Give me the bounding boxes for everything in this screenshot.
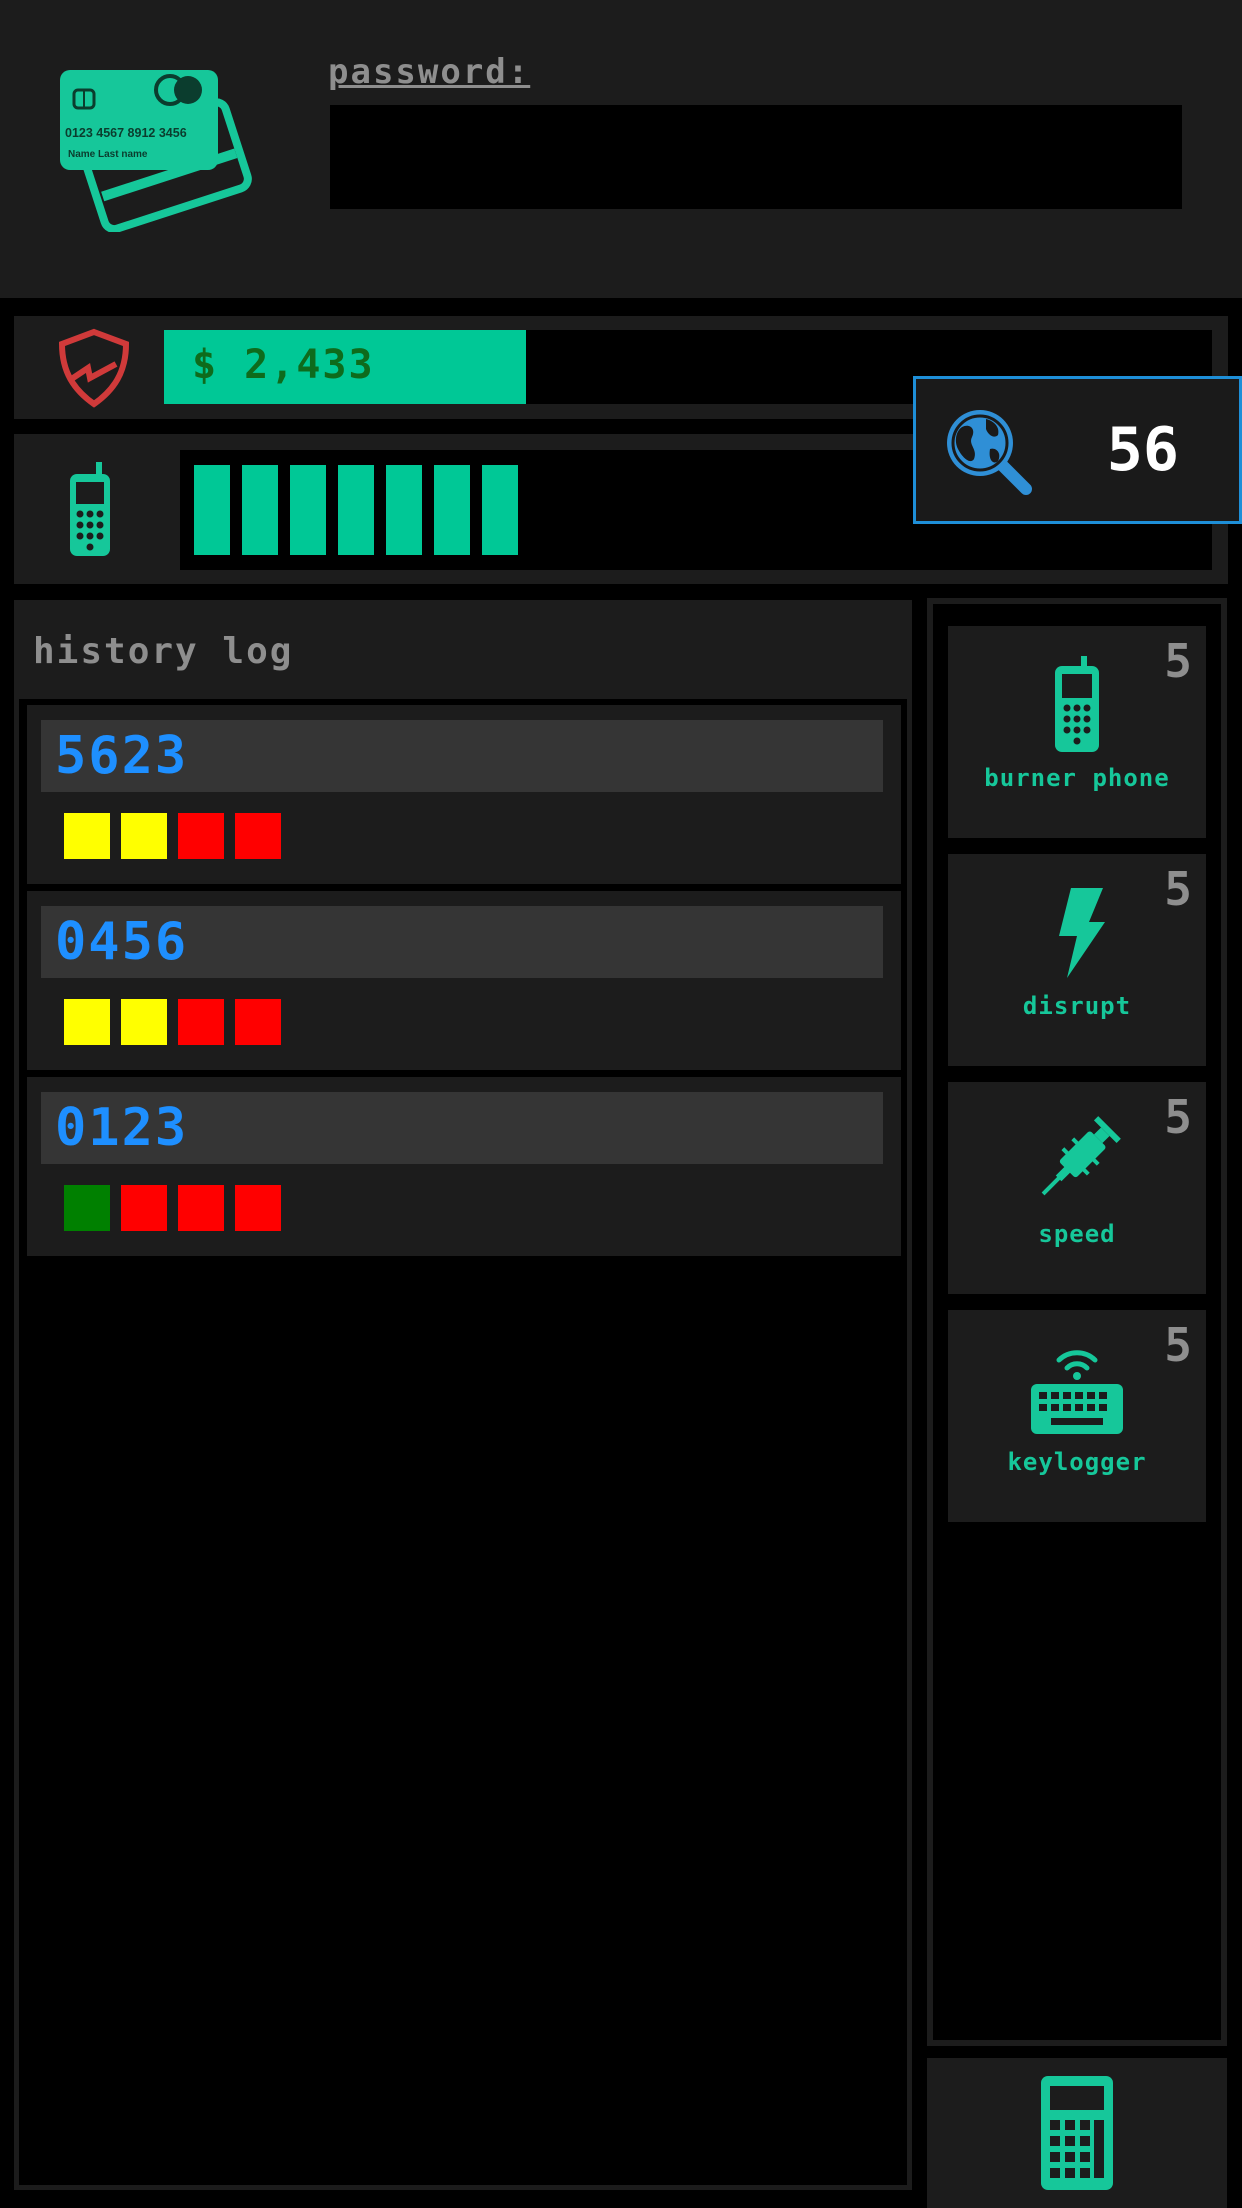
trace-value: 56 [1106, 415, 1179, 485]
calculator-icon [1041, 2076, 1113, 2190]
tools-panel: 5 burner phone 5 disrupt 5 speed 5 keylo… [927, 598, 1227, 2046]
credit-cards-icon: 0123 4567 8912 3456 Name Last name [60, 70, 252, 232]
result-square-red [235, 999, 281, 1045]
globe-search-icon [947, 410, 1032, 495]
signal-bar [290, 465, 326, 555]
signal-bar [242, 465, 278, 555]
tool-keylogger[interactable]: 5 keylogger [948, 1310, 1206, 1522]
history-entry: 0123 [27, 1077, 901, 1256]
result-square-red [121, 1185, 167, 1231]
card-holder: Name Last name [68, 149, 148, 160]
history-log-panel: history log 5623 0456 0123 [14, 600, 912, 2190]
burner-phone-icon [1055, 656, 1099, 752]
lightning-icon [1059, 888, 1105, 978]
history-log-title: history log [33, 631, 294, 672]
password-label: password: [328, 52, 531, 92]
keyboard-wifi-icon [1031, 1350, 1123, 1434]
history-entry: 0456 [27, 891, 901, 1070]
signal-bar [194, 465, 230, 555]
tool-speed[interactable]: 5 speed [948, 1082, 1206, 1294]
result-square-red [235, 813, 281, 859]
phone-icon [70, 462, 110, 556]
result-square-red [178, 999, 224, 1045]
entry-code: 5623 [41, 720, 883, 792]
tool-label: speed [1038, 1220, 1116, 1248]
card-number: 0123 4567 8912 3456 [65, 126, 187, 140]
result-square-red [178, 813, 224, 859]
tool-count: 5 [1164, 1090, 1192, 1144]
result-square-green [64, 1185, 110, 1231]
shield-icon [58, 328, 130, 408]
tool-count: 5 [1164, 1318, 1192, 1372]
money-amount: $ 2,433 [192, 342, 375, 388]
result-square-red [235, 1185, 281, 1231]
history-entry: 5623 [27, 705, 901, 884]
tool-burner-phone[interactable]: 5 burner phone [948, 626, 1206, 838]
calculator-button[interactable] [927, 2058, 1227, 2208]
tool-count: 5 [1164, 634, 1192, 688]
result-square-yellow [64, 999, 110, 1045]
result-square-red [178, 1185, 224, 1231]
tool-disrupt[interactable]: 5 disrupt [948, 854, 1206, 1066]
money-progress-fill: $ 2,433 [164, 330, 526, 404]
result-square-yellow [64, 813, 110, 859]
tool-label: disrupt [1022, 992, 1132, 1020]
signal-bar [386, 465, 422, 555]
result-square-yellow [121, 999, 167, 1045]
history-log-header: history log [19, 605, 907, 699]
tool-label: burner phone [984, 764, 1170, 792]
signal-bar [338, 465, 374, 555]
entry-code: 0123 [41, 1092, 883, 1164]
tool-label: keylogger [1007, 1448, 1147, 1476]
password-input[interactable] [330, 105, 1182, 209]
tool-count: 5 [1164, 862, 1192, 916]
signal-bar [434, 465, 470, 555]
syringe-icon [1041, 1116, 1121, 1196]
entry-code: 0456 [41, 906, 883, 978]
signal-bar [482, 465, 518, 555]
result-square-yellow [121, 813, 167, 859]
trace-counter[interactable]: 56 [913, 376, 1242, 524]
password-header: 0123 4567 8912 3456 Name Last name passw… [0, 0, 1242, 298]
